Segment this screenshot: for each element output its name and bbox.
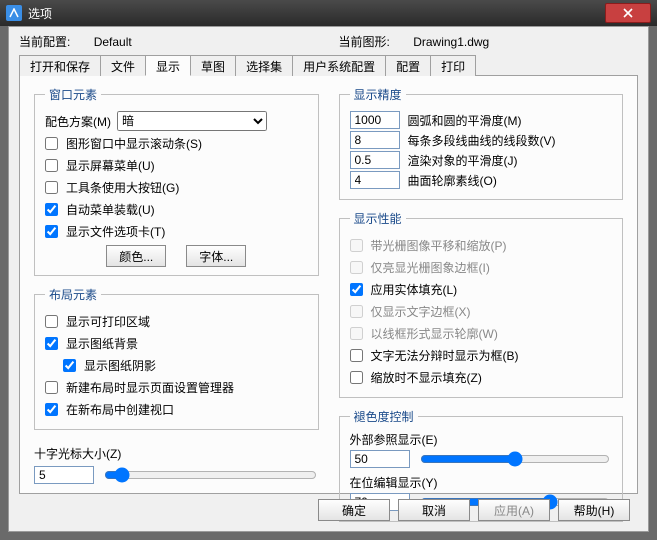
window-title: 选项	[28, 5, 605, 22]
crosshair-value[interactable]	[34, 466, 94, 484]
cb-create-viewport[interactable]	[45, 403, 58, 416]
crosshair-group: 十字光标大小(Z)	[34, 445, 319, 486]
group-display-precision: 显示精度 圆弧和圆的平滑度(M) 每条多段线曲线的线段数(V) 渲染对象的平滑度…	[339, 86, 624, 200]
polyline-segments-input[interactable]	[350, 131, 400, 149]
current-config-label: 当前配置:	[19, 35, 70, 49]
tab-draft[interactable]: 草图	[190, 55, 236, 76]
tab-files[interactable]: 文件	[100, 55, 146, 76]
render-smoothness-label: 渲染对象的平滑度(J)	[408, 152, 518, 169]
crosshair-label: 十字光标大小(Z)	[34, 445, 319, 462]
cb-wireframe	[350, 327, 363, 340]
legend-display-precision: 显示精度	[350, 86, 406, 103]
xref-fade-label: 外部参照显示(E)	[350, 433, 438, 447]
current-drawing-value: Drawing1.dwg	[413, 35, 489, 49]
current-config-value: Default	[94, 35, 132, 49]
apply-button: 应用(A)	[478, 499, 550, 521]
left-column: 窗口元素 配色方案(M) 暗 图形窗口中显示滚动条(S) 显示屏幕菜单(U) 工…	[34, 86, 319, 483]
cb-file-tabs[interactable]	[45, 225, 58, 238]
cb-text-frame	[350, 305, 363, 318]
surface-contour-label: 曲面轮廓素线(O)	[408, 172, 497, 189]
color-scheme-label: 配色方案(M)	[45, 113, 111, 130]
fonts-button[interactable]: 字体...	[186, 245, 246, 267]
dialog-footer: 确定 取消 应用(A) 帮助(H)	[318, 499, 630, 521]
ok-button[interactable]: 确定	[318, 499, 390, 521]
dialog-body: 当前配置: Default 当前图形: Drawing1.dwg 打开和保存 文…	[8, 26, 649, 532]
cb-paper-shadow[interactable]	[63, 359, 76, 372]
colors-button[interactable]: 颜色...	[106, 245, 166, 267]
title-bar: 选项	[0, 0, 657, 26]
arc-smoothness-label: 圆弧和圆的平滑度(M)	[408, 112, 522, 129]
group-layout-elements: 布局元素 显示可打印区域 显示图纸背景 显示图纸阴影 新建布局时显示页面设置管理…	[34, 286, 319, 430]
color-scheme-select[interactable]: 暗	[117, 111, 267, 131]
cb-print-area[interactable]	[45, 315, 58, 328]
cb-screen-menu[interactable]	[45, 159, 58, 172]
cb-scrollbars[interactable]	[45, 137, 58, 150]
legend-layout-elements: 布局元素	[45, 286, 101, 303]
cb-pan-raster	[350, 239, 363, 252]
cb-page-setup[interactable]	[45, 381, 58, 394]
tab-profiles[interactable]: 配置	[385, 55, 431, 76]
app-icon	[6, 5, 22, 21]
help-button[interactable]: 帮助(H)	[558, 499, 630, 521]
xref-fade-slider[interactable]	[420, 450, 611, 468]
group-window-elements: 窗口元素 配色方案(M) 暗 图形窗口中显示滚动条(S) 显示屏幕菜单(U) 工…	[34, 86, 319, 276]
render-smoothness-input[interactable]	[350, 151, 400, 169]
close-button[interactable]	[605, 3, 651, 23]
inplace-fade-label: 在位编辑显示(Y)	[350, 474, 613, 491]
cb-paper-bg[interactable]	[45, 337, 58, 350]
tab-open-save[interactable]: 打开和保存	[19, 55, 101, 76]
xref-fade-value[interactable]	[350, 450, 410, 468]
close-icon	[623, 8, 633, 18]
cb-text-as-box[interactable]	[350, 349, 363, 362]
legend-window-elements: 窗口元素	[45, 86, 101, 103]
group-display-performance: 显示性能 带光栅图像平移和缩放(P) 仅亮显光栅图象边框(I) 应用实体填充(L…	[339, 210, 624, 398]
right-column: 显示精度 圆弧和圆的平滑度(M) 每条多段线曲线的线段数(V) 渲染对象的平滑度…	[339, 86, 624, 483]
polyline-segments-label: 每条多段线曲线的线段数(V)	[408, 132, 556, 149]
tab-display[interactable]: 显示	[145, 55, 191, 76]
cb-highlight-frame	[350, 261, 363, 274]
legend-fade-control: 褪色度控制	[350, 408, 418, 425]
cb-auto-menu[interactable]	[45, 203, 58, 216]
cb-no-fill-zoom[interactable]	[350, 371, 363, 384]
cb-large-buttons[interactable]	[45, 181, 58, 194]
current-drawing-label: 当前图形:	[339, 35, 390, 49]
cancel-button[interactable]: 取消	[398, 499, 470, 521]
cb-solid-fill[interactable]	[350, 283, 363, 296]
tab-strip: 打开和保存 文件 显示 草图 选择集 用户系统配置 配置 打印	[19, 54, 638, 76]
arc-smoothness-input[interactable]	[350, 111, 400, 129]
tab-selection[interactable]: 选择集	[235, 55, 293, 76]
config-row: 当前配置: Default 当前图形: Drawing1.dwg	[19, 33, 638, 50]
tab-plot[interactable]: 打印	[430, 55, 476, 76]
crosshair-slider[interactable]	[104, 466, 317, 484]
tab-user-pref[interactable]: 用户系统配置	[292, 55, 386, 76]
legend-display-performance: 显示性能	[350, 210, 406, 227]
surface-contour-input[interactable]	[350, 171, 400, 189]
tab-panel-display: 窗口元素 配色方案(M) 暗 图形窗口中显示滚动条(S) 显示屏幕菜单(U) 工…	[19, 76, 638, 494]
